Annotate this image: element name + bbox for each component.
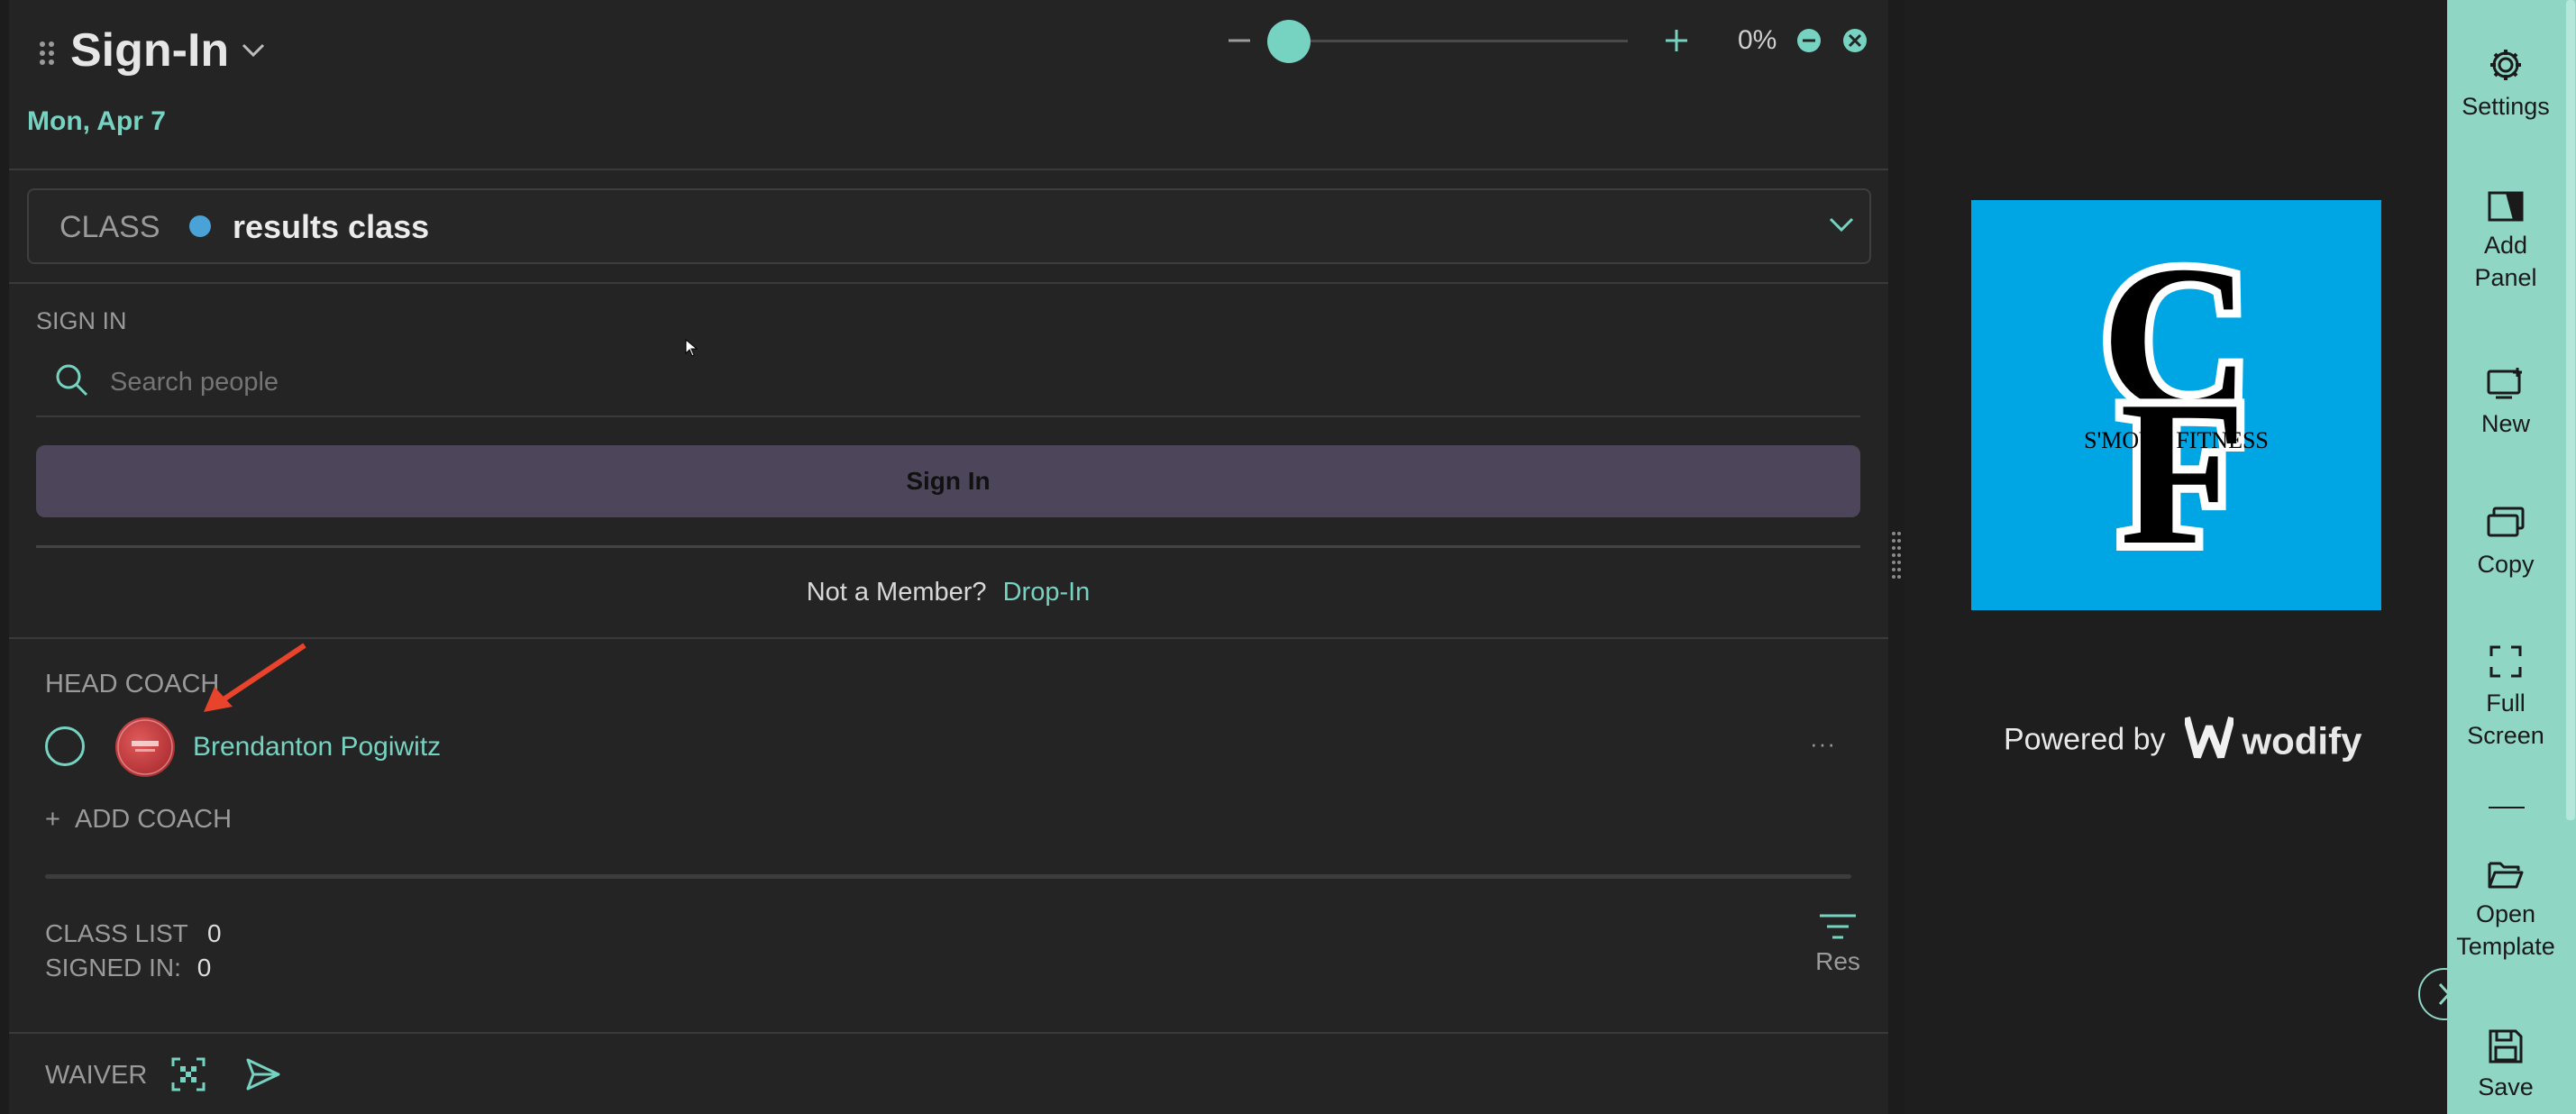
search-underline: [36, 415, 1860, 417]
copy-button[interactable]: Copy: [2447, 507, 2564, 580]
zoom-percent: 0%: [1738, 25, 1777, 55]
gym-logo: C C F F S'MOVE FITNESS: [1971, 200, 2381, 610]
open-template-label-2: Template: [2456, 933, 2555, 960]
class-list-label: CLASS LIST: [45, 919, 188, 947]
drag-handle-icon[interactable]: [38, 40, 56, 67]
minimize-icon[interactable]: [1795, 27, 1822, 59]
not-member-row: Not a Member? Drop-In: [36, 578, 1860, 607]
wodify-logo-icon: [2183, 714, 2235, 769]
coach-select-radio[interactable]: [45, 726, 85, 766]
add-panel-label-1: Add: [2483, 232, 2528, 259]
drop-in-link[interactable]: Drop-In: [1003, 578, 1091, 607]
close-icon[interactable]: [1841, 27, 1868, 59]
signed-in-row: SIGNED IN: 0: [45, 954, 211, 982]
coach-avatar: [115, 717, 175, 777]
full-screen-button[interactable]: Full Screen: [2447, 644, 2564, 752]
class-divider: [9, 282, 1888, 284]
panel-resize-handle[interactable]: [1891, 530, 1902, 584]
class-list-row: CLASS LIST 0: [45, 919, 222, 948]
full-screen-label-2: Screen: [2467, 722, 2544, 749]
head-coach-label: HEAD COACH: [45, 670, 220, 699]
sign-in-section-label: SIGN IN: [36, 307, 127, 334]
powered-by-text: Powered by: [2004, 722, 2166, 757]
add-panel-icon: [2488, 191, 2524, 222]
date-label: Mon, Apr 7: [27, 106, 166, 136]
class-value: results class: [233, 208, 430, 245]
class-selector[interactable]: CLASS results class: [27, 188, 1871, 264]
signed-in-count: 0: [196, 954, 212, 982]
search-field[interactable]: [36, 348, 1860, 416]
add-panel-button[interactable]: Add Panel: [2447, 191, 2564, 294]
search-input[interactable]: [108, 361, 1824, 404]
toolbar-separator: [2489, 807, 2525, 808]
search-icon: [54, 362, 90, 403]
svg-text:F: F: [2120, 358, 2247, 588]
gym-logo-text: S'MOVE FITNESS: [2084, 427, 2269, 453]
class-status-dot: [189, 215, 211, 237]
coach-section-divider: [45, 874, 1851, 879]
full-screen-icon: [2489, 645, 2522, 678]
zoom-slider-thumb[interactable]: [1267, 20, 1311, 63]
sort-label: Res: [1815, 947, 1860, 975]
save-label: Save: [2478, 1073, 2534, 1100]
toolbar-scrollbar[interactable]: [2566, 0, 2575, 820]
class-list-divider: [9, 1032, 1888, 1034]
gear-icon: [2490, 50, 2521, 80]
folder-open-icon: [2488, 862, 2524, 889]
qr-code-icon[interactable]: [171, 1057, 206, 1096]
new-label: New: [2480, 410, 2530, 437]
new-screen-icon: [2487, 368, 2522, 399]
plus-icon: +: [45, 805, 60, 834]
signed-in-label: SIGNED IN:: [45, 954, 181, 982]
annotation-arrow-icon: [196, 642, 314, 718]
header-divider: [9, 169, 1888, 170]
class-chevron-down-icon[interactable]: [1828, 215, 1855, 238]
copy-label: Copy: [2477, 551, 2535, 578]
save-icon: [2489, 1029, 2523, 1064]
open-template-button[interactable]: Open Template: [2447, 858, 2564, 963]
class-list-count: 0: [207, 919, 222, 947]
wodify-wordmark: wodify: [2242, 719, 2362, 762]
zoom-in-icon[interactable]: [1663, 27, 1690, 59]
powered-by: Powered by wodify: [2004, 714, 2361, 769]
full-screen-label-1: Full: [2486, 689, 2526, 717]
member-divider: [9, 637, 1888, 639]
copy-icon: [2487, 507, 2525, 537]
send-icon[interactable]: [246, 1058, 280, 1095]
save-button[interactable]: Save: [2447, 1029, 2564, 1103]
page-title: Sign-In: [70, 24, 230, 77]
add-panel-label-2: Panel: [2474, 264, 2537, 291]
sort-filter-icon: [1806, 912, 1869, 947]
sign-in-panel: [9, 0, 1888, 1114]
coach-more-icon[interactable]: ···: [1810, 730, 1836, 758]
not-member-text: Not a Member?: [806, 578, 987, 607]
waiver-label: WAIVER: [45, 1061, 148, 1090]
zoom-slider[interactable]: [1267, 20, 1628, 63]
sign-in-button[interactable]: Sign In: [36, 445, 1860, 517]
sign-in-button-label: Sign In: [906, 467, 991, 495]
settings-label: Settings: [2462, 93, 2550, 120]
right-toolbar: Settings Add Panel New Copy Full Screen: [2447, 0, 2576, 1114]
zoom-slider-track: [1285, 40, 1628, 42]
sign-in-divider: [36, 545, 1860, 548]
settings-button[interactable]: Settings: [2447, 47, 2564, 123]
sort-button[interactable]: Res: [1806, 912, 1869, 976]
coach-name[interactable]: Brendanton Pogiwitz: [193, 732, 441, 762]
open-template-label-1: Open: [2475, 900, 2536, 927]
new-button[interactable]: New: [2447, 366, 2564, 440]
class-label: CLASS: [59, 210, 160, 244]
add-coach-label: ADD COACH: [75, 805, 233, 834]
add-coach-button[interactable]: + ADD COACH: [45, 805, 232, 835]
zoom-out-icon[interactable]: [1226, 27, 1253, 59]
title-chevron-down-icon[interactable]: [240, 41, 267, 64]
